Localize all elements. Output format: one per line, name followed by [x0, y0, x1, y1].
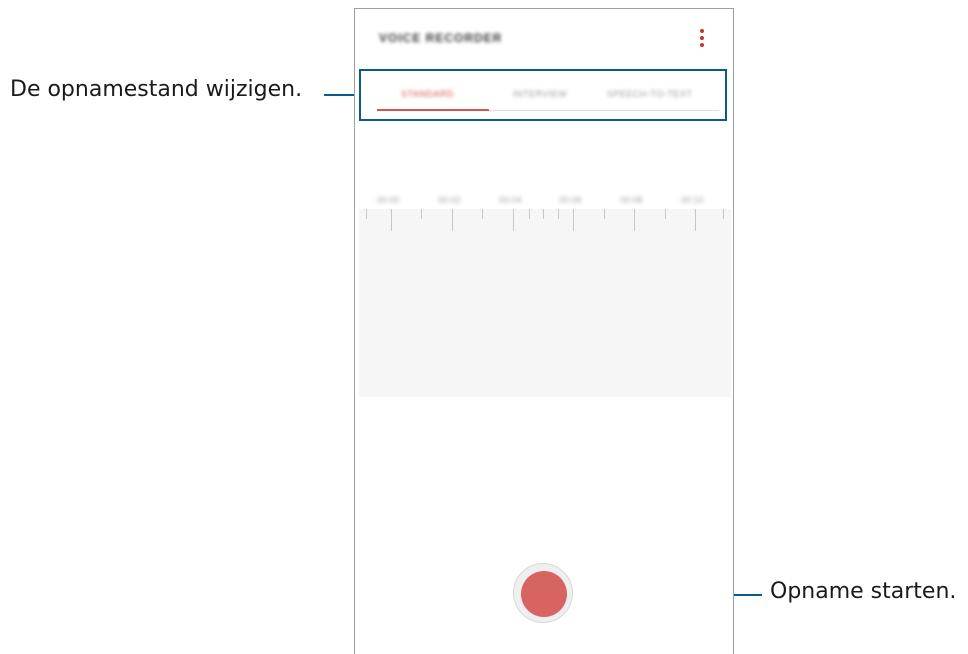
recording-mode-tabs: STANDARD INTERVIEW SPEECH-TO-TEXT [359, 69, 727, 121]
record-button[interactable] [521, 571, 567, 617]
timestamp-label: 00:04 [499, 195, 522, 205]
timeline-tick [604, 209, 605, 219]
timeline-tick [452, 209, 453, 231]
timeline-tick [529, 209, 530, 219]
callout-start-recording: Opname starten. [770, 579, 957, 604]
timeline-tick [695, 209, 696, 231]
more-vert-icon[interactable] [699, 29, 705, 49]
timeline-tick [391, 209, 392, 231]
timeline-tick [573, 209, 574, 231]
tab-speech-to-text[interactable]: SPEECH-TO-TEXT [607, 89, 692, 99]
timestamp-label: 00:06 [559, 195, 582, 205]
timeline-tick [543, 209, 544, 219]
timeline-tick [482, 209, 483, 219]
timeline-tick [513, 209, 514, 231]
timeline-tick [634, 209, 635, 231]
phone-screen: VOICE RECORDER STANDARD INTERVIEW SPEECH… [354, 8, 734, 654]
timestamp-label: 00:08 [620, 195, 643, 205]
timeline-tick [665, 209, 666, 219]
timeline-tick [421, 209, 422, 219]
timestamp-label: 00:02 [438, 195, 461, 205]
timestamp-label: 00:10 [681, 195, 704, 205]
timestamp-label: 00:00 [377, 195, 400, 205]
timeline-tick [558, 209, 559, 219]
active-tab-indicator [377, 109, 489, 111]
timeline-tick [723, 209, 724, 219]
tab-interview[interactable]: INTERVIEW [513, 89, 567, 99]
tab-divider [489, 110, 719, 111]
tab-standard[interactable]: STANDARD [401, 89, 454, 99]
callout-change-mode: De opnamestand wijzigen. [10, 77, 303, 102]
callout-line-mode [324, 94, 358, 96]
timeline-tick [366, 209, 367, 219]
waveform-area [359, 209, 731, 397]
app-title: VOICE RECORDER [379, 31, 503, 45]
timeline-labels: 00:00 00:02 00:04 00:06 00:08 00:10 [359, 195, 731, 209]
